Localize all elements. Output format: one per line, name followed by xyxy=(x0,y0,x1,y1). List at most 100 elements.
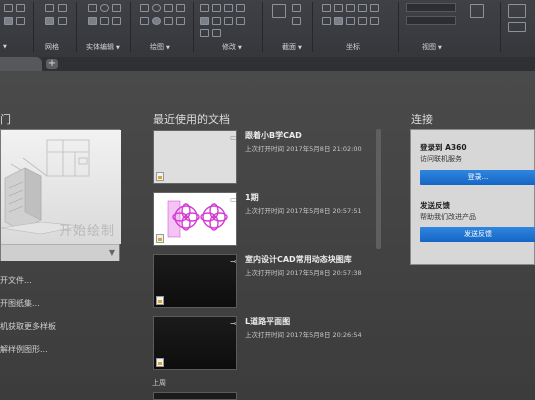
document-thumbnail[interactable]: ▭ xyxy=(153,130,237,184)
panel-label-mesh[interactable]: 网格 xyxy=(45,42,59,52)
ucs-icon[interactable] xyxy=(322,17,331,25)
ucs-icon[interactable] xyxy=(334,4,343,12)
copy-icon[interactable] xyxy=(236,4,245,12)
view-style-dropdown[interactable] xyxy=(406,3,456,12)
document-name[interactable]: L道路平面图 xyxy=(245,316,290,327)
solid-edit-icon[interactable] xyxy=(88,17,97,25)
ucs-icon[interactable] xyxy=(358,4,367,12)
new-tab-button[interactable]: + xyxy=(46,59,58,69)
recent-document-item[interactable]: ⊸ L道路平面图 上次打开时间 2017年5月8日 20:26:54 xyxy=(152,316,377,372)
erase-icon[interactable] xyxy=(200,29,209,37)
ucs-icon[interactable] xyxy=(358,17,367,25)
more-templates-link[interactable]: 机获取更多样板 xyxy=(0,321,56,332)
open-sheet-set-link[interactable]: 开图纸集... xyxy=(0,298,40,309)
pin-icon[interactable]: ⊸ xyxy=(230,257,236,266)
ellipse-icon[interactable] xyxy=(152,17,161,25)
dropdown-triangle-icon: ▼ xyxy=(116,45,120,51)
panel-label-solid-edit[interactable]: 实体编辑 ▼ xyxy=(86,42,120,52)
chevron-down-icon: ▼ xyxy=(108,248,115,257)
start-page: 门 开始绘制 ▼ 开文件... 开图纸集... 机获取更多样板 解样例图形...… xyxy=(0,71,535,400)
recent-scrollbar[interactable] xyxy=(376,129,381,249)
array-icon[interactable] xyxy=(236,17,245,25)
recent-document-item[interactable]: ⊸ 室内设计CAD常用动态块图库 上次打开时间 2017年5月8日 20:57:… xyxy=(152,254,377,310)
start-drawing-card[interactable]: 开始绘制 ▼ xyxy=(0,129,121,261)
pin-icon[interactable]: ▭ xyxy=(230,133,236,142)
mesh-icon[interactable] xyxy=(45,4,54,12)
rotate-icon[interactable] xyxy=(212,4,221,12)
layer-icon[interactable] xyxy=(508,22,526,32)
pin-icon[interactable]: ⊸ xyxy=(230,319,236,328)
document-name[interactable]: 跟着小B学CAD xyxy=(245,130,302,141)
panel-label-view[interactable]: 视图 ▼ xyxy=(422,42,442,52)
pin-icon[interactable]: ▭ xyxy=(230,195,236,204)
send-feedback-button[interactable]: 发送反馈 xyxy=(420,227,535,242)
circle-icon[interactable] xyxy=(152,4,161,12)
dwg-file-icon xyxy=(156,296,164,305)
fillet-icon[interactable] xyxy=(212,17,221,25)
ribbon-divider xyxy=(500,2,501,52)
point-icon[interactable] xyxy=(176,17,185,25)
template-dropdown[interactable]: ▼ xyxy=(1,244,119,261)
rectangle-icon[interactable] xyxy=(164,4,173,12)
view-dropdown[interactable] xyxy=(406,16,456,25)
solid-edit-icon[interactable] xyxy=(100,4,109,12)
tool-icon[interactable] xyxy=(16,4,25,12)
hatch-icon[interactable] xyxy=(164,17,173,25)
section-plane-icon[interactable] xyxy=(272,4,286,18)
panel-label-text: 绘图 xyxy=(150,43,164,51)
sample-drawings-link[interactable]: 解样例图形... xyxy=(0,344,48,355)
document-last-opened: 上次打开时间 2017年5月8日 20:57:38 xyxy=(245,269,362,277)
tool-icon[interactable] xyxy=(16,17,25,25)
pattern-drawing-icon xyxy=(167,200,228,238)
document-thumbnail[interactable]: ⊸ xyxy=(153,316,237,370)
scale-icon[interactable] xyxy=(224,17,233,25)
select-icon[interactable] xyxy=(508,4,526,18)
solid-edit-icon[interactable] xyxy=(100,17,109,25)
ucs-icon[interactable] xyxy=(370,17,379,25)
panel-label-coordinates[interactable]: 坐标 xyxy=(346,42,360,52)
panel-label-draw[interactable]: 绘图 ▼ xyxy=(150,42,170,52)
panel-label-unnamed[interactable]: ▼ xyxy=(1,42,7,50)
tool-icon[interactable] xyxy=(4,17,13,25)
polyline-icon[interactable] xyxy=(176,4,185,12)
recent-document-item[interactable]: ▭ 1期 上次打开时间 2017年5月8日 20:57:51 xyxy=(152,192,377,248)
login-subtitle: 访问联机服务 xyxy=(420,155,462,163)
trim-icon[interactable] xyxy=(224,4,233,12)
document-name[interactable]: 室内设计CAD常用动态块图库 xyxy=(245,254,352,265)
login-button[interactable]: 登录... xyxy=(420,170,535,185)
ucs-icon[interactable] xyxy=(334,17,343,25)
document-name[interactable]: 1期 xyxy=(245,192,259,203)
mesh-icon[interactable] xyxy=(58,17,67,25)
panel-label-modify[interactable]: 修改 ▼ xyxy=(222,42,242,52)
mesh-icon[interactable] xyxy=(45,17,54,25)
ucs-icon[interactable] xyxy=(322,4,331,12)
arc-icon[interactable] xyxy=(140,17,149,25)
section-icon[interactable] xyxy=(292,17,301,25)
view-cube-icon[interactable] xyxy=(470,4,484,18)
solid-edit-icon[interactable] xyxy=(112,4,121,12)
document-thumbnail[interactable]: ▭ xyxy=(153,192,237,246)
move-icon[interactable] xyxy=(200,4,209,12)
solid-edit-icon[interactable] xyxy=(112,17,121,25)
recent-documents-list: ▭ 跟着小B学CAD 上次打开时间 2017年5月8日 21:02:00 ▭ 1… xyxy=(152,128,382,400)
mirror-icon[interactable] xyxy=(200,17,209,25)
document-thumbnail[interactable]: ⊸ xyxy=(153,254,237,308)
mesh-icon[interactable] xyxy=(58,4,67,12)
ucs-icon[interactable] xyxy=(346,4,355,12)
start-tab[interactable] xyxy=(0,57,42,71)
open-file-link[interactable]: 开文件... xyxy=(0,275,32,286)
start-drawing-caption: 开始绘制 xyxy=(58,224,115,239)
ribbon-tools xyxy=(0,0,535,40)
line-icon[interactable] xyxy=(140,4,149,12)
explode-icon[interactable] xyxy=(212,29,221,37)
recent-document-item[interactable]: ▭ 跟着小B学CAD 上次打开时间 2017年5月8日 21:02:00 xyxy=(152,130,377,186)
ucs-icon[interactable] xyxy=(370,4,379,12)
ucs-icon[interactable] xyxy=(346,17,355,25)
document-thumbnail[interactable] xyxy=(153,392,237,400)
tool-icon[interactable] xyxy=(4,4,13,12)
panel-label-section[interactable]: 截面 ▼ xyxy=(282,42,302,52)
dropdown-triangle-icon: ▼ xyxy=(438,45,442,51)
section-icon[interactable] xyxy=(292,4,301,12)
solid-edit-icon[interactable] xyxy=(88,4,97,12)
file-tab-strip: + xyxy=(0,57,535,71)
